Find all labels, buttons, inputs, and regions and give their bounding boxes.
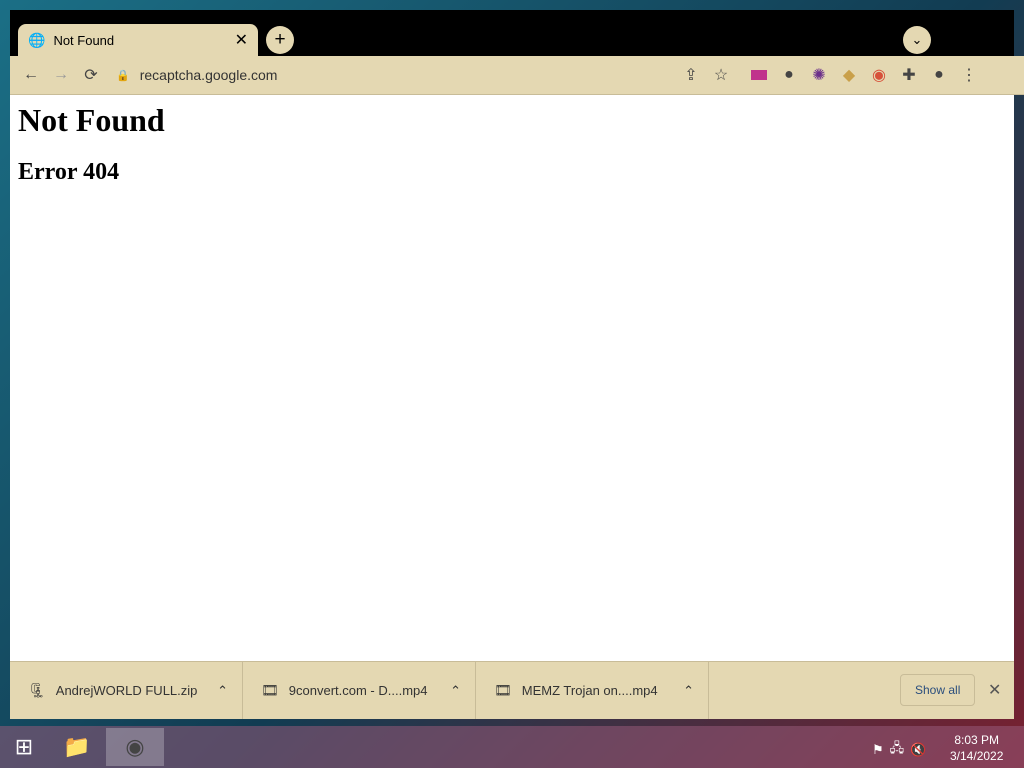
menu-kebab-icon[interactable]: ⋮ — [954, 60, 984, 90]
download-item[interactable]: 🎞 MEMZ Trojan on....mp4 ⌃ — [476, 662, 709, 719]
doge-extension-icon[interactable]: ◆ — [834, 60, 864, 90]
video-file-icon: 🎞 — [261, 682, 279, 698]
chevron-up-icon[interactable]: ⌃ — [450, 683, 461, 699]
windows-start-icon[interactable]: ⊞ — [0, 726, 48, 768]
page-heading: Not Found — [18, 102, 165, 138]
extension-1-icon[interactable] — [744, 60, 774, 90]
volume-muted-icon[interactable]: 🔇 — [910, 742, 926, 758]
address-bar[interactable]: 🔒 recaptcha.google.com — [106, 61, 676, 89]
video-file-icon: 🎞 — [494, 682, 512, 698]
clock-date: 3/14/2022 — [950, 749, 1004, 763]
download-name: 9convert.com - D....mp4 — [288, 683, 428, 698]
download-item[interactable]: 🎞 9convert.com - D....mp4 ⌃ — [243, 662, 476, 719]
zip-file-icon: 🗜 — [28, 682, 46, 698]
flag-icon[interactable]: ⚑ — [872, 742, 884, 758]
creature-extension-icon[interactable]: ✺ — [804, 60, 834, 90]
close-icon[interactable]: ✕ — [235, 30, 248, 50]
color-extension-icon[interactable]: ◉ — [864, 60, 894, 90]
new-tab-button[interactable]: + — [266, 26, 294, 54]
tab-strip: 🌐 Not Found ✕ + ⌄ — [10, 10, 1014, 56]
toolbar: ← → ⟳ 🔒 recaptcha.google.com ⇪ ☆ ● ✺ ◆ ◉… — [10, 56, 1024, 95]
forward-icon[interactable]: → — [46, 60, 76, 90]
globe-icon: 🌐 — [28, 31, 46, 48]
url-text: recaptcha.google.com — [139, 67, 278, 83]
bookmark-star-icon[interactable]: ☆ — [706, 60, 736, 90]
clock-time: 8:03 PM — [954, 733, 1000, 747]
share-icon[interactable]: ⇪ — [676, 60, 706, 90]
tab-title: Not Found — [53, 32, 115, 48]
taskbar: ⊞ 📁 ◉ ⚑ 🖧 🔇 8:03 PM 3/14/2022 — [0, 726, 1024, 768]
file-explorer-icon[interactable]: 📁 — [48, 726, 106, 768]
clock[interactable]: 8:03 PM 3/14/2022 — [950, 732, 1003, 764]
download-name: MEMZ Trojan on....mp4 — [521, 683, 658, 698]
browser-window: 🌐 Not Found ✕ + ⌄ ← → ⟳ 🔒 recaptcha.goog… — [10, 10, 1024, 719]
chevron-up-icon[interactable]: ⌃ — [683, 683, 694, 699]
download-name: AndrejWORLD FULL.zip — [55, 683, 198, 698]
network-icon[interactable]: 🖧 — [890, 739, 905, 761]
reload-icon[interactable]: ⟳ — [76, 60, 106, 90]
close-icon[interactable]: ✕ — [988, 680, 1001, 700]
lock-icon: 🔒 — [116, 69, 130, 82]
hat-extension-icon[interactable]: ● — [774, 60, 804, 90]
tab-search-button[interactable]: ⌄ — [903, 26, 931, 54]
show-all-button[interactable]: Show all — [900, 674, 976, 706]
tab-active[interactable]: 🌐 Not Found ✕ — [18, 24, 258, 56]
profile-avatar-icon[interactable]: ● — [924, 60, 954, 90]
chrome-taskbar-icon[interactable]: ◉ — [106, 728, 164, 766]
download-item[interactable]: 🗜 AndrejWORLD FULL.zip ⌃ — [10, 662, 243, 719]
page-subheading: Error 404 — [18, 159, 120, 185]
tray-icons[interactable]: ⚑ 🖧 🔇 — [872, 739, 926, 761]
chevron-up-icon[interactable]: ⌃ — [217, 683, 228, 699]
back-icon[interactable]: ← — [16, 60, 46, 90]
page-content: Not Found Error 404 — [10, 94, 1014, 661]
extensions-puzzle-icon[interactable]: ✚ — [894, 60, 924, 90]
downloads-bar: 🗜 AndrejWORLD FULL.zip ⌃ 🎞 9convert.com - D… — [10, 661, 1014, 719]
